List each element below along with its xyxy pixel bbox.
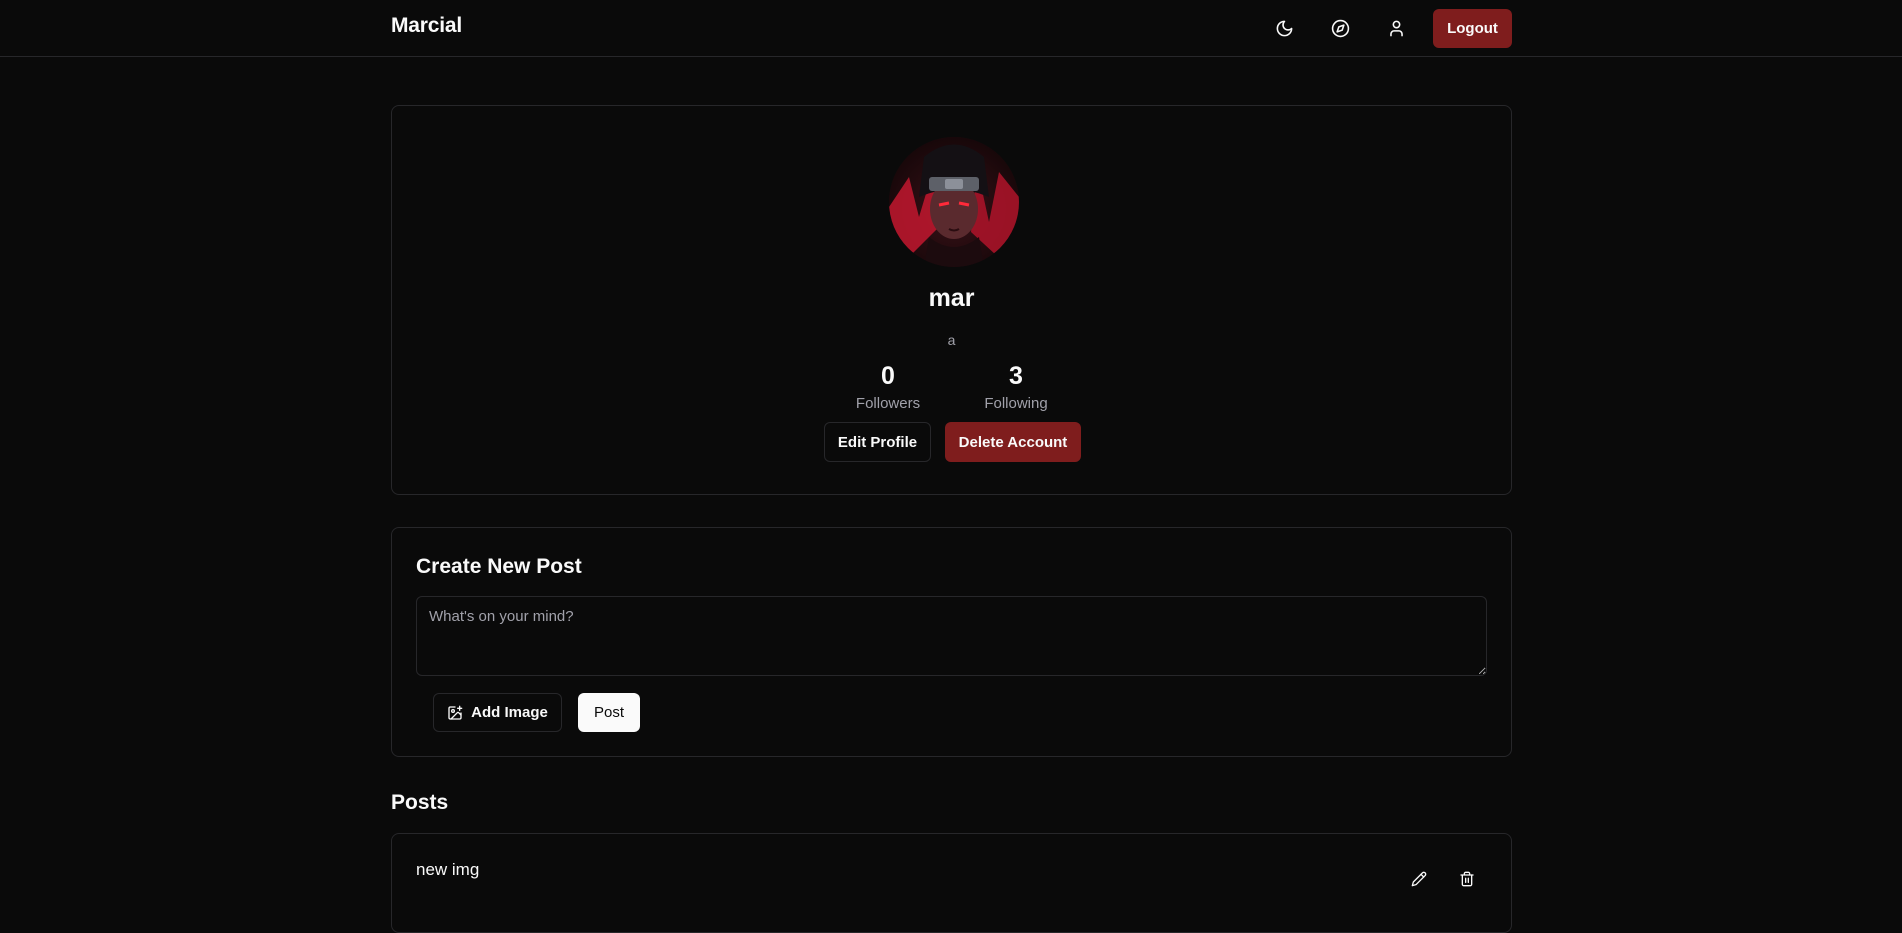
post-text: new img <box>416 860 480 879</box>
followers-count: 0 <box>881 362 895 390</box>
compass-icon <box>1331 19 1349 37</box>
create-post-title: Create New Post <box>416 555 582 578</box>
edit-post-button[interactable] <box>1404 864 1434 894</box>
navbar: Marcial Logout <box>0 0 1902 57</box>
following-label: Following <box>984 395 1048 412</box>
add-image-label: Add Image <box>471 704 548 721</box>
following-count: 3 <box>1009 362 1023 390</box>
pencil-icon <box>1411 871 1427 887</box>
image-plus-icon <box>448 705 463 720</box>
post-item: new img <box>391 833 1512 933</box>
post-submit-button[interactable]: Post <box>578 693 640 732</box>
trash-icon <box>1460 871 1474 887</box>
explore-button[interactable] <box>1326 14 1354 42</box>
add-image-button[interactable]: Add Image <box>433 693 562 732</box>
delete-post-button[interactable] <box>1452 864 1482 894</box>
followers-label: Followers <box>855 395 921 412</box>
edit-profile-button[interactable]: Edit Profile <box>824 422 931 462</box>
profile-bio: a <box>947 332 956 348</box>
posts-heading: Posts <box>391 791 449 814</box>
theme-toggle-button[interactable] <box>1270 14 1298 42</box>
create-post-card: Create New Post Add Image Post <box>391 527 1512 757</box>
post-content-input[interactable] <box>416 596 1487 676</box>
logout-button[interactable]: Logout <box>1433 9 1512 48</box>
avatar <box>889 137 1019 267</box>
user-icon <box>1389 20 1403 36</box>
followers-stat[interactable]: 0 Followers <box>843 361 933 412</box>
delete-account-button[interactable]: Delete Account <box>945 422 1081 462</box>
profile-username: mar <box>928 284 975 312</box>
profile-button[interactable] <box>1382 14 1410 42</box>
brand-logo[interactable]: Marcial <box>391 14 462 38</box>
avatar-image <box>889 137 1019 267</box>
profile-card: mar a 0 Followers 3 Following Edit Profi… <box>391 105 1512 495</box>
following-stat[interactable]: 3 Following <box>971 361 1061 412</box>
moon-icon <box>1276 20 1292 36</box>
